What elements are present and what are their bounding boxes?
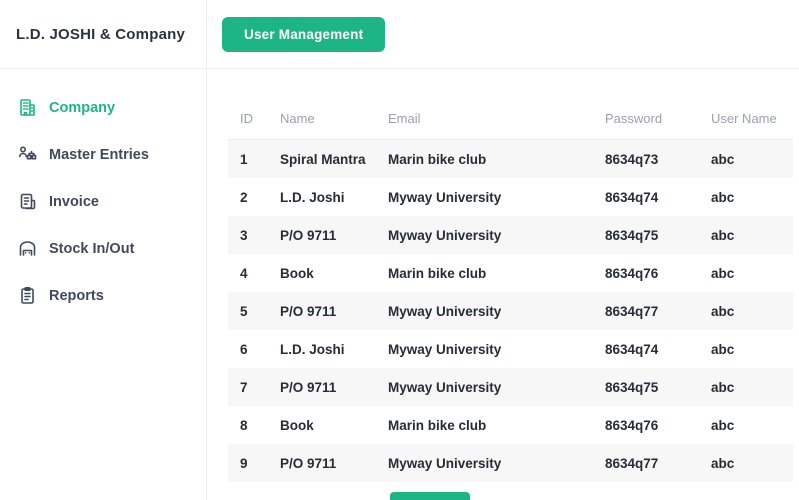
cell-password: 8634q74 <box>605 189 659 205</box>
cell-user-name: abc <box>711 189 735 205</box>
cell-user-name: abc <box>711 455 735 471</box>
table-row[interactable]: 9 P/O 9711 Myway University 8634q77 abc <box>228 444 793 482</box>
sidebar-menu: Company Master Entries Invoice Stock In/Out… <box>0 69 206 319</box>
cell-password: 8634q76 <box>605 265 659 281</box>
table-row[interactable]: 5 P/O 9711 Myway University 8634q77 abc <box>228 292 793 330</box>
cell-name: P/O 9711 <box>280 379 337 395</box>
sidebar-item-label: Master Entries <box>49 146 149 163</box>
sidebar-item-label: Invoice <box>49 193 99 210</box>
sidebar-item-stock-in-out[interactable]: Stock In/Out <box>0 225 206 272</box>
building-icon <box>17 97 38 118</box>
column-header-email: Email <box>388 111 421 126</box>
sidebar-item-reports[interactable]: Reports <box>0 272 206 319</box>
table-row[interactable]: 3 P/O 9711 Myway University 8634q75 abc <box>228 216 793 254</box>
cell-name: Book <box>280 417 314 433</box>
cell-id: 7 <box>240 379 248 395</box>
table-row[interactable]: 7 P/O 9711 Myway University 8634q75 abc <box>228 368 793 406</box>
cell-id: 5 <box>240 303 248 319</box>
sidebar-item-invoice[interactable]: Invoice <box>0 178 206 225</box>
column-header-name: Name <box>280 111 315 126</box>
table-row[interactable]: 1 Spiral Mantra Marin bike club 8634q73 abc <box>228 140 793 178</box>
sidebar-item-label: Stock In/Out <box>49 240 135 257</box>
cell-password: 8634q77 <box>605 455 659 471</box>
cell-id: 6 <box>240 341 248 357</box>
cell-user-name: abc <box>711 379 735 395</box>
sidebar-item-label: Reports <box>49 287 104 304</box>
column-header-password: Password <box>605 111 663 126</box>
cell-email: Myway University <box>388 455 502 471</box>
cell-name: P/O 9711 <box>280 303 337 319</box>
cell-email: Myway University <box>388 303 502 319</box>
cell-name: P/O 9711 <box>280 227 337 243</box>
partial-scrolled-button[interactable] <box>390 492 470 500</box>
cell-email: Myway University <box>388 341 502 357</box>
cell-name: Book <box>280 265 314 281</box>
cell-password: 8634q77 <box>605 303 659 319</box>
cell-email: Myway University <box>388 189 502 205</box>
cell-password: 8634q76 <box>605 417 659 433</box>
cell-user-name: abc <box>711 265 735 281</box>
cell-email: Myway University <box>388 227 502 243</box>
cell-password: 8634q75 <box>605 379 659 395</box>
cell-email: Myway University <box>388 379 502 395</box>
table-row[interactable]: 4 Book Marin bike club 8634q76 abc <box>228 254 793 292</box>
invoice-icon <box>17 191 38 212</box>
table-header-row: ID Name Email Password User Name <box>228 111 793 140</box>
org-chart-icon <box>17 144 38 165</box>
cell-id: 8 <box>240 417 248 433</box>
sidebar: L.D. JOSHI & Company Company Master Entri… <box>0 0 207 500</box>
cell-user-name: abc <box>711 227 735 243</box>
table-body: 1 Spiral Mantra Marin bike club 8634q73 abc 2… <box>228 140 793 482</box>
cell-user-name: abc <box>711 151 735 167</box>
cell-password: 8634q74 <box>605 341 659 357</box>
main-content: User Management ID Name Email Password User … <box>207 0 799 500</box>
cell-email: Marin bike club <box>388 417 487 433</box>
cell-id: 1 <box>240 151 248 167</box>
sidebar-item-master-entries[interactable]: Master Entries <box>0 131 206 178</box>
table-row[interactable]: 2 L.D. Joshi Myway University 8634q74 abc <box>228 178 793 216</box>
company-name: L.D. JOSHI & Company <box>0 0 206 69</box>
warehouse-icon <box>17 238 38 259</box>
cell-email: Marin bike club <box>388 265 487 281</box>
cell-id: 3 <box>240 227 248 243</box>
cell-user-name: abc <box>711 417 735 433</box>
cell-id: 4 <box>240 265 248 281</box>
cell-name: P/O 9711 <box>280 455 337 471</box>
table-row[interactable]: 8 Book Marin bike club 8634q76 abc <box>228 406 793 444</box>
cell-password: 8634q75 <box>605 227 659 243</box>
cell-id: 2 <box>240 189 248 205</box>
cell-user-name: abc <box>711 303 735 319</box>
cell-id: 9 <box>240 455 248 471</box>
column-header-id: ID <box>240 111 253 126</box>
cell-user-name: abc <box>711 341 735 357</box>
app-root: L.D. JOSHI & Company Company Master Entri… <box>0 0 799 500</box>
clipboard-icon <box>17 285 38 306</box>
user-table: ID Name Email Password User Name 1 Spiral Man… <box>228 111 793 482</box>
sidebar-item-company[interactable]: Company <box>0 84 206 131</box>
column-header-user-name: User Name <box>711 111 777 126</box>
topbar: User Management <box>207 0 799 69</box>
sidebar-item-label: Company <box>49 99 116 116</box>
table-row[interactable]: 6 L.D. Joshi Myway University 8634q74 abc <box>228 330 793 368</box>
cell-name: L.D. Joshi <box>280 189 345 205</box>
cell-name: Spiral Mantra <box>280 151 366 167</box>
cell-email: Marin bike club <box>388 151 487 167</box>
cell-password: 8634q73 <box>605 151 659 167</box>
user-management-button[interactable]: User Management <box>222 16 386 52</box>
cell-name: L.D. Joshi <box>280 341 345 357</box>
